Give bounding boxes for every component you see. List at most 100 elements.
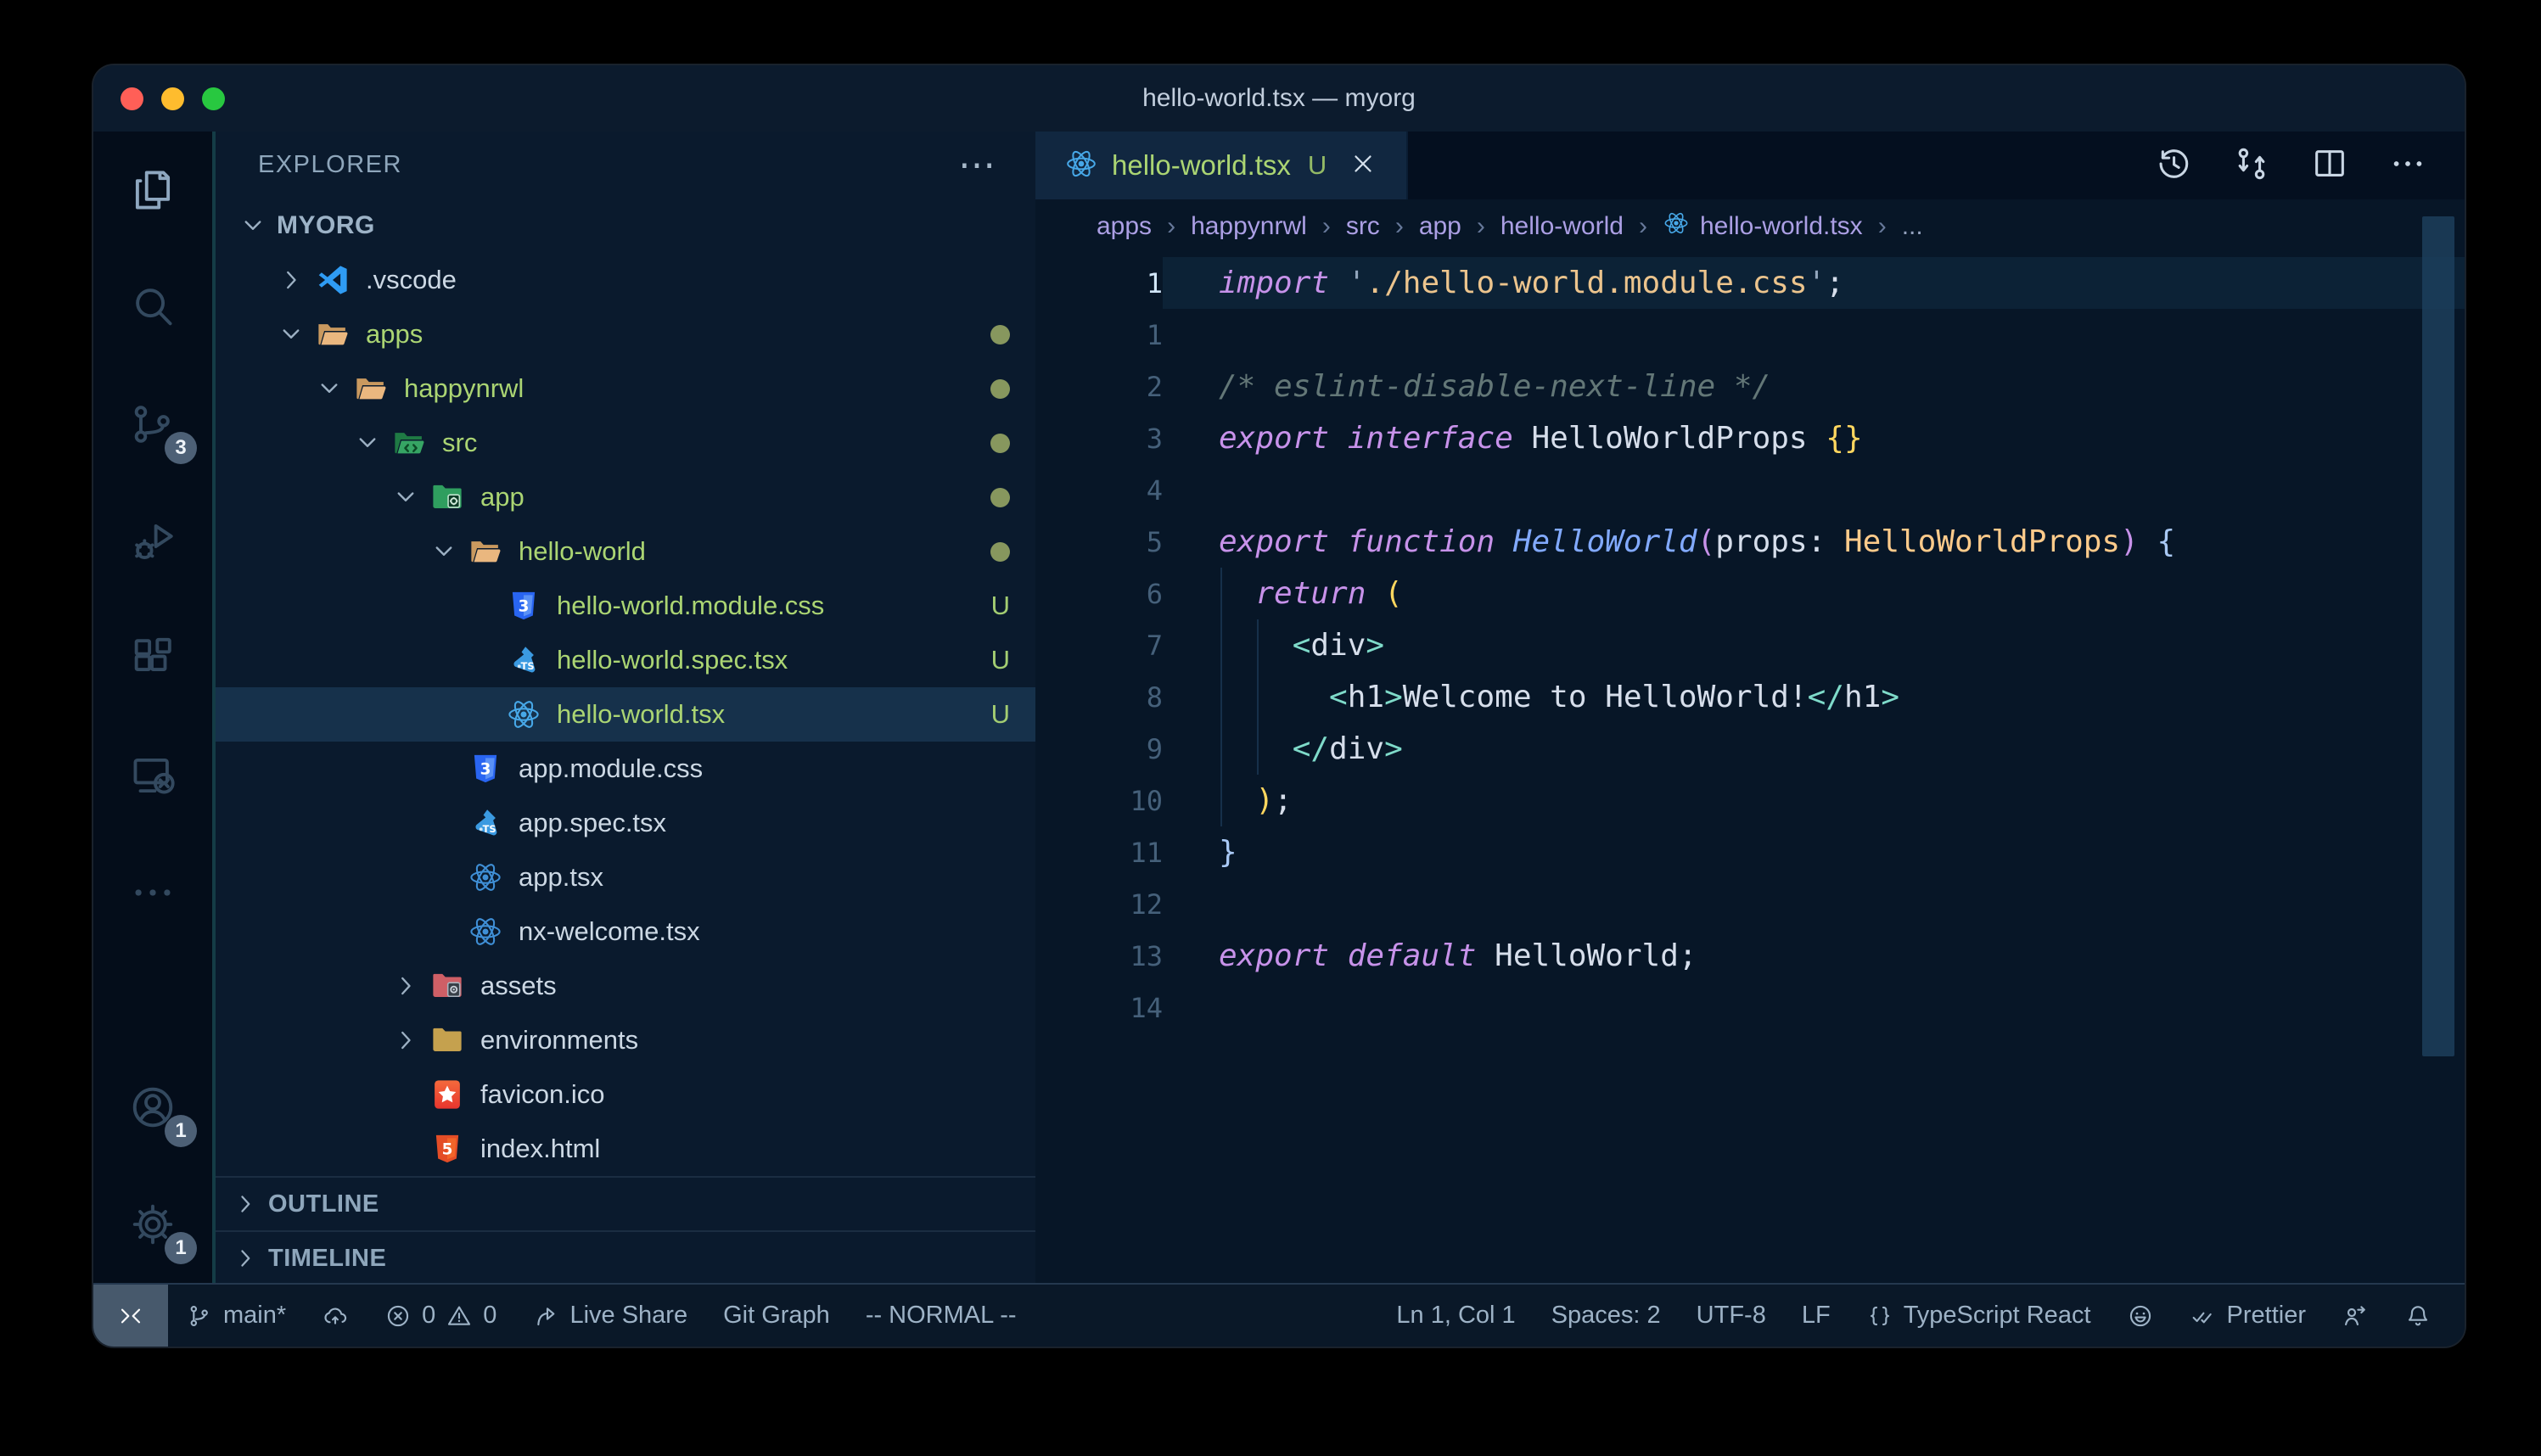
- status-live-share[interactable]: Live Share: [514, 1285, 705, 1347]
- breadcrumb-item--[interactable]: ...: [1902, 212, 1923, 241]
- tree-item-app-spec-tsx[interactable]: TSapp.spec.tsx: [216, 796, 1035, 850]
- section-timeline[interactable]: TIMELINE: [216, 1230, 1035, 1283]
- breadcrumb-item-hello-world-tsx[interactable]: hello-world.tsx: [1663, 210, 1863, 244]
- history-icon: [2154, 144, 2193, 183]
- close-tab-button[interactable]: [1349, 149, 1377, 182]
- status-notifications[interactable]: [2387, 1285, 2449, 1347]
- section-outline[interactable]: OUTLINE: [216, 1176, 1035, 1230]
- folder-app-icon: [429, 479, 465, 515]
- status-problems[interactable]: 00: [367, 1285, 514, 1347]
- chevron-down-icon: [429, 536, 459, 567]
- breadcrumb-item-happynrwl[interactable]: happynrwl: [1191, 212, 1307, 241]
- tree-item-app[interactable]: app: [216, 470, 1035, 524]
- line-number: 2: [1035, 371, 1163, 403]
- folder-open-tan-icon: [315, 316, 351, 352]
- more-actions-button[interactable]: [2388, 144, 2427, 188]
- status-language-mode[interactable]: TypeScript React: [1848, 1285, 2109, 1347]
- chevron-right-icon: [231, 1244, 260, 1273]
- open-changes-button[interactable]: [2232, 144, 2271, 188]
- line-number: 13: [1035, 940, 1163, 972]
- chevron-right-icon: [231, 1190, 260, 1218]
- chevron-down-icon: [314, 373, 345, 404]
- activity-item-search[interactable]: [93, 249, 212, 366]
- chevron-down-icon: [276, 319, 306, 350]
- breadcrumb-item-src[interactable]: src: [1346, 212, 1380, 241]
- source-control-badge: 3: [165, 432, 197, 464]
- html-icon: 5: [429, 1131, 465, 1167]
- breadcrumb-item-app[interactable]: app: [1419, 212, 1461, 241]
- tree-root-myorg[interactable]: MYORG: [216, 199, 1035, 253]
- tree-item-favicon-ico[interactable]: favicon.ico: [216, 1067, 1035, 1122]
- breadcrumb-item-hello-world[interactable]: hello-world: [1500, 212, 1624, 241]
- explorer-more-actions-button[interactable]: ⋯: [958, 157, 998, 174]
- explorer-title: EXPLORER: [258, 151, 402, 179]
- status-cursor-position[interactable]: Ln 1, Col 1: [1378, 1285, 1533, 1347]
- tree-item--vscode[interactable]: .vscode: [216, 253, 1035, 307]
- tree-item-app-tsx[interactable]: app.tsx: [216, 850, 1035, 904]
- tree-item-hello-world-spec-tsx[interactable]: TShello-world.spec.tsxU: [216, 633, 1035, 687]
- tree-item-apps[interactable]: apps: [216, 307, 1035, 361]
- tree-item-index-html[interactable]: 5index.html: [216, 1122, 1035, 1176]
- tree-item-hello-world[interactable]: hello-world: [216, 524, 1035, 579]
- tree-item-app-module-css[interactable]: 3 app.module.css: [216, 742, 1035, 796]
- status-label: Git Graph: [723, 1302, 830, 1330]
- status-sync-changes[interactable]: [304, 1285, 367, 1347]
- split-icon: [2310, 144, 2349, 183]
- status-remote-indicator[interactable]: [93, 1285, 168, 1347]
- chevron-right-icon: [390, 971, 421, 1001]
- activity-item-extensions[interactable]: [93, 600, 212, 717]
- activity-item-accounts[interactable]: 1: [93, 1049, 212, 1166]
- tree-item-nx-welcome-tsx[interactable]: nx-welcome.tsx: [216, 904, 1035, 959]
- open-timeline-button[interactable]: [2154, 144, 2193, 188]
- react-icon: [506, 697, 541, 732]
- status-git-branch[interactable]: main*: [168, 1285, 304, 1347]
- status-indentation[interactable]: Spaces: 2: [1534, 1285, 1679, 1347]
- status-vim-mode[interactable]: -- NORMAL --: [848, 1285, 1035, 1347]
- double-check-icon: [2190, 1302, 2217, 1330]
- tree-item-happynrwl[interactable]: happynrwl: [216, 361, 1035, 416]
- status-git-graph[interactable]: Git Graph: [705, 1285, 848, 1347]
- css-icon: 3: [506, 588, 541, 624]
- window-title: hello-world.tsx — myorg: [93, 84, 2465, 113]
- status-encoding[interactable]: UTF-8: [1679, 1285, 1784, 1347]
- code-editor[interactable]: 1import './hello-world.module.css';12/* …: [1035, 254, 2465, 1283]
- svg-text:3: 3: [519, 597, 530, 615]
- editor-scrollbar[interactable]: [2422, 216, 2454, 1056]
- status-label: main*: [223, 1302, 286, 1330]
- tree-item-src[interactable]: src: [216, 416, 1035, 470]
- activity-item-more-views[interactable]: [93, 834, 212, 951]
- tree-item-hello-world-module-css[interactable]: 3hello-world.module.cssU: [216, 579, 1035, 633]
- chevron-right-icon: [390, 971, 421, 1001]
- status-feedback-smiley[interactable]: [2109, 1285, 2172, 1347]
- folder-open-tan-icon: [353, 371, 389, 406]
- split-editor-button[interactable]: [2310, 144, 2349, 188]
- activity-item-explorer[interactable]: [93, 132, 212, 249]
- code-line: 14: [1035, 982, 2465, 1033]
- breadcrumb-item-apps[interactable]: apps: [1097, 212, 1152, 241]
- remote-glyph-icon: [117, 1302, 144, 1330]
- breadcrumb-separator: ›: [1395, 212, 1404, 241]
- tab-bar: hello-world.tsx U: [1035, 132, 2465, 199]
- activity-item-remote-explorer[interactable]: [93, 717, 212, 834]
- search-icon: [128, 283, 177, 332]
- status-label: Prettier: [2227, 1302, 2306, 1330]
- activity-item-source-control[interactable]: 3: [93, 366, 212, 483]
- tree-item-label: app.module.css: [519, 753, 703, 784]
- status-prettier[interactable]: Prettier: [2172, 1285, 2324, 1347]
- chevron-down-icon: [238, 210, 268, 241]
- status-eol[interactable]: LF: [1784, 1285, 1848, 1347]
- modified-dot: [990, 542, 1010, 562]
- explorer-sidebar: EXPLORER ⋯ MYORG.vscodeappshappynrwlsrca…: [216, 132, 1035, 1283]
- tree-item-hello-world-tsx[interactable]: hello-world.tsxU: [216, 687, 1035, 742]
- status-feedback-person[interactable]: [2324, 1285, 2387, 1347]
- chevron-down-icon: [238, 210, 268, 241]
- activity-bar: 3 1 1: [93, 132, 216, 1283]
- accounts-badge: 1: [165, 1115, 197, 1147]
- activity-item-settings[interactable]: 1: [93, 1166, 212, 1283]
- tab-hello-world-tsx[interactable]: hello-world.tsx U: [1035, 132, 1408, 199]
- tree-item-assets[interactable]: assets: [216, 959, 1035, 1013]
- extensions-icon: [128, 634, 177, 683]
- tree-item-environments[interactable]: environments: [216, 1013, 1035, 1067]
- activity-item-run-debug[interactable]: [93, 483, 212, 600]
- css-icon: 3: [468, 751, 503, 787]
